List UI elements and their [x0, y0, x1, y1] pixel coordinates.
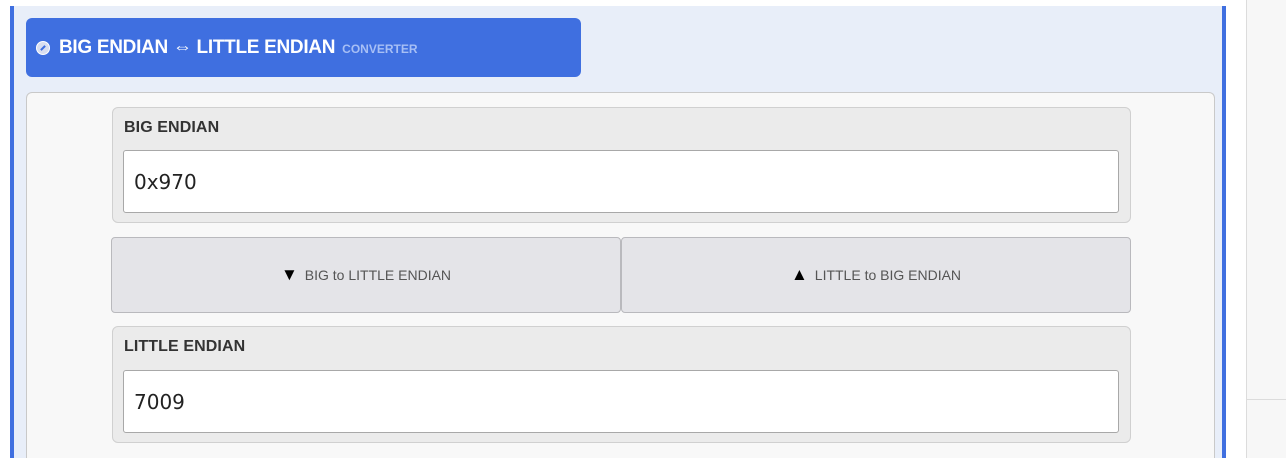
little-endian-group: LITTLE ENDIAN — [112, 326, 1131, 443]
converter-title-tab: BIG ENDIAN ⇔ LITTLE ENDIAN CONVERTER — [26, 18, 581, 77]
converter-title: BIG ENDIAN ⇔ LITTLE ENDIAN — [59, 36, 336, 58]
big-endian-input[interactable] — [123, 150, 1119, 213]
sidebar-divider — [1247, 399, 1286, 400]
up-triangle-icon: ▲ — [790, 265, 808, 284]
big-endian-label: BIG ENDIAN — [124, 119, 220, 136]
big-to-little-label: BIG to LITTLE ENDIAN — [304, 267, 452, 283]
little-endian-input[interactable] — [123, 370, 1119, 433]
little-to-big-label: LITTLE to BIG ENDIAN — [814, 267, 962, 283]
big-endian-group: BIG ENDIAN — [112, 107, 1131, 223]
down-triangle-icon: ▼ — [280, 265, 298, 284]
converter-subtitle: CONVERTER — [342, 42, 418, 56]
little-to-big-button[interactable]: ▲ LITTLE to BIG ENDIAN — [621, 237, 1131, 313]
little-endian-label: LITTLE ENDIAN — [124, 338, 246, 355]
page: BIG ENDIAN ⇔ LITTLE ENDIAN CONVERTER BIG… — [0, 0, 1286, 458]
right-sidebar — [1246, 0, 1286, 458]
tool-icon — [36, 40, 50, 55]
big-to-little-button[interactable]: ▼ BIG to LITTLE ENDIAN — [111, 237, 621, 313]
